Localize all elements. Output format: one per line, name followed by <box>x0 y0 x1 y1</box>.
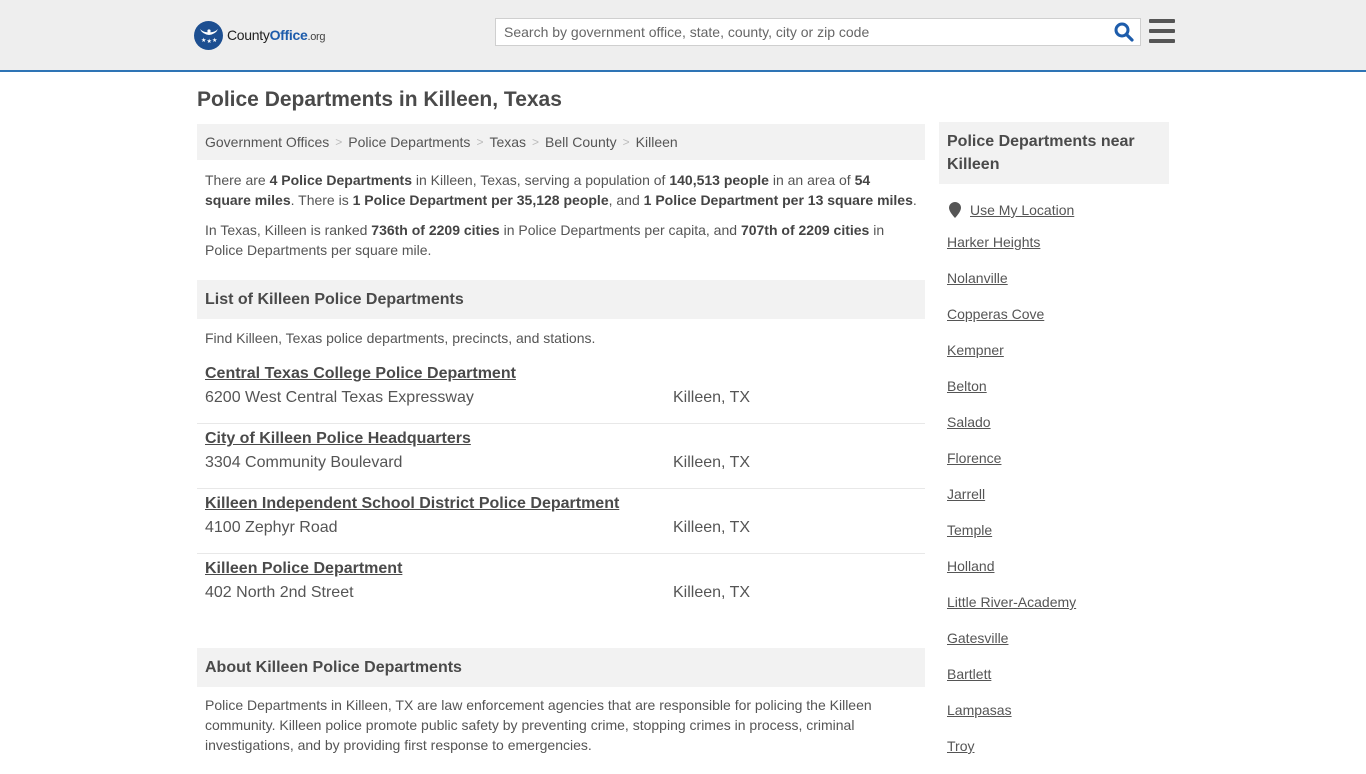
breadcrumb-separator: > <box>335 135 343 149</box>
site-logo[interactable]: ★ ★ ★ CountyOffice.org <box>194 20 326 50</box>
svg-text:★: ★ <box>212 37 217 44</box>
department-address: 402 North 2nd Street <box>205 584 354 601</box>
ranking-paragraph: In Texas, Killeen is ranked 736th of 220… <box>205 222 885 258</box>
department-address: 6200 West Central Texas Expressway <box>205 389 474 406</box>
list-item: Central Texas College Police Department … <box>197 359 925 424</box>
logo-text: CountyOffice.org <box>227 27 326 43</box>
search-bar <box>495 18 1141 46</box>
summary-paragraph: There are 4 Police Departments in Killee… <box>205 172 917 208</box>
list-intro: Find Killeen, Texas police departments, … <box>205 330 596 346</box>
list-section-heading: List of Killeen Police Departments <box>197 280 925 319</box>
breadcrumb-texas[interactable]: Texas <box>489 134 526 150</box>
nearby-city-link[interactable]: Lampasas <box>947 702 1012 718</box>
search-icon <box>1114 22 1134 42</box>
police-department-list: Central Texas College Police Department … <box>197 359 925 619</box>
nearby-city-link[interactable]: Holland <box>947 558 994 574</box>
breadcrumb-separator: > <box>476 135 484 149</box>
list-item: City of Killeen Police Headquarters 3304… <box>197 424 925 489</box>
hamburger-menu-icon[interactable] <box>1149 19 1175 43</box>
nearby-city-link[interactable]: Belton <box>947 378 987 394</box>
sidebar: Police Departments near Killeen Use My L… <box>939 122 1169 774</box>
nearby-city-item: Little River-Academy <box>947 594 1169 630</box>
nearby-city-item: Jarrell <box>947 486 1169 522</box>
nearby-city-item: Kempner <box>947 342 1169 378</box>
list-item: Killeen Police Department 402 North 2nd … <box>197 554 925 619</box>
use-my-location: Use My Location <box>939 202 1169 218</box>
nearby-city-link[interactable]: Harker Heights <box>947 234 1040 250</box>
department-name-link[interactable]: Killeen Police Department <box>205 560 402 578</box>
department-city: Killeen, TX <box>673 584 751 601</box>
nearby-city-link[interactable]: Little River-Academy <box>947 594 1076 610</box>
search-button[interactable] <box>1108 19 1140 45</box>
sidebar-heading: Police Departments near Killeen <box>939 122 1169 184</box>
breadcrumb-police-departments[interactable]: Police Departments <box>348 134 470 150</box>
nearby-city-link[interactable]: Kempner <box>947 342 1004 358</box>
nearby-city-item: Florence <box>947 450 1169 486</box>
nearby-city-item: Bartlett <box>947 666 1169 702</box>
breadcrumb: Government Offices > Police Departments … <box>197 124 925 160</box>
nearby-city-item: Belton <box>947 378 1169 414</box>
nearby-city-item: Nolanville <box>947 270 1169 306</box>
list-item: Killeen Independent School District Poli… <box>197 489 925 554</box>
about-text: Police Departments in Killeen, TX are la… <box>205 697 872 753</box>
department-name-link[interactable]: Killeen Independent School District Poli… <box>205 495 619 513</box>
department-address: 3304 Community Boulevard <box>205 454 403 471</box>
nearby-city-link[interactable]: Salado <box>947 414 991 430</box>
nearby-city-link[interactable]: Nolanville <box>947 270 1008 286</box>
nearby-city-item: Lampasas <box>947 702 1169 738</box>
department-city: Killeen, TX <box>673 454 751 471</box>
nearby-city-item: Temple <box>947 522 1169 558</box>
main-content: Government Offices > Police Departments … <box>197 124 925 619</box>
eagle-stars-logo-icon: ★ ★ ★ <box>194 20 223 50</box>
department-address: 4100 Zephyr Road <box>205 519 338 536</box>
breadcrumb-government-offices[interactable]: Government Offices <box>205 134 329 150</box>
nearby-city-item: Troy <box>947 738 1169 774</box>
nearby-city-link[interactable]: Troy <box>947 738 974 754</box>
nearby-city-item: Salado <box>947 414 1169 450</box>
nearby-cities-list: Harker Heights Nolanville Copperas Cove … <box>939 234 1169 774</box>
breadcrumb-killeen[interactable]: Killeen <box>636 134 678 150</box>
nearby-city-link[interactable]: Temple <box>947 522 992 538</box>
nearby-city-link[interactable]: Florence <box>947 450 1001 466</box>
search-input[interactable] <box>496 19 1108 45</box>
top-header: ★ ★ ★ CountyOffice.org <box>0 0 1366 72</box>
nearby-city-link[interactable]: Bartlett <box>947 666 991 682</box>
nearby-city-item: Harker Heights <box>947 234 1169 270</box>
department-name-link[interactable]: City of Killeen Police Headquarters <box>205 430 471 448</box>
about-section-heading: About Killeen Police Departments <box>197 648 925 687</box>
map-pin-icon <box>949 202 961 218</box>
department-city: Killeen, TX <box>673 389 751 406</box>
nearby-city-link[interactable]: Copperas Cove <box>947 306 1044 322</box>
department-city: Killeen, TX <box>673 519 751 536</box>
nearby-city-item: Copperas Cove <box>947 306 1169 342</box>
nearby-city-item: Gatesville <box>947 630 1169 666</box>
nearby-city-link[interactable]: Gatesville <box>947 630 1008 646</box>
nearby-city-link[interactable]: Jarrell <box>947 486 985 502</box>
department-name-link[interactable]: Central Texas College Police Department <box>205 365 516 383</box>
breadcrumb-separator: > <box>622 135 630 149</box>
breadcrumb-separator: > <box>532 135 540 149</box>
page-title: Police Departments in Killeen, Texas <box>197 88 562 111</box>
nearby-city-item: Holland <box>947 558 1169 594</box>
use-my-location-link[interactable]: Use My Location <box>970 202 1074 218</box>
breadcrumb-bell-county[interactable]: Bell County <box>545 134 617 150</box>
